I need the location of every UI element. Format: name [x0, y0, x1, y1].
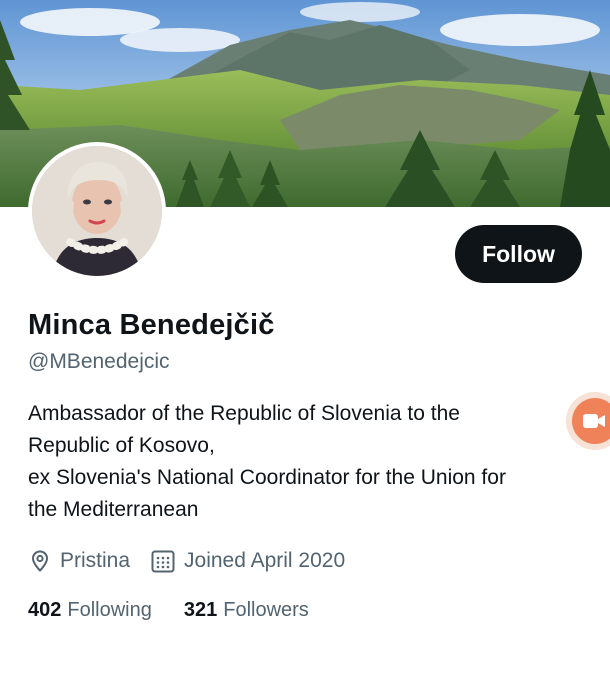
- followers-label: Followers: [223, 598, 309, 621]
- location-pin-icon: [31, 550, 49, 572]
- bio-line: Ambassador of the Republic of Slovenia t…: [28, 402, 460, 425]
- profile-location: Pristina: [28, 549, 130, 573]
- joined-text: Joined April 2020: [184, 549, 346, 572]
- follow-button[interactable]: Follow: [455, 225, 582, 283]
- followers-count: 321: [183, 598, 218, 621]
- following-link[interactable]: 402 Following: [28, 599, 152, 622]
- profile-joined: Joined April 2020: [150, 548, 345, 574]
- avatar-photo: [32, 146, 162, 276]
- followers-link[interactable]: 321 Followers: [184, 599, 309, 622]
- profile-display-name: Minca Benedejčič: [28, 309, 275, 341]
- profile-handle: @MBenedejcic: [28, 350, 170, 373]
- bio-line: ex Slovenia's National Coordinator for t…: [28, 466, 506, 489]
- calendar-icon: [151, 550, 175, 573]
- profile-bio: Ambassador of the Republic of Slovenia t…: [28, 398, 588, 526]
- floating-video-inner: [572, 398, 610, 444]
- video-camera-icon: [583, 414, 605, 428]
- location-text: Pristina: [60, 549, 131, 572]
- bio-line: Republic of Kosovo,: [28, 434, 215, 457]
- following-count: 402: [28, 598, 62, 621]
- bio-line: the Mediterranean: [28, 498, 199, 521]
- profile-avatar[interactable]: [28, 142, 166, 280]
- profile-stats: 402 Following 321 Followers: [28, 596, 309, 624]
- following-label: Following: [67, 598, 152, 621]
- profile-meta: Pristina Joined April 2020: [28, 545, 345, 577]
